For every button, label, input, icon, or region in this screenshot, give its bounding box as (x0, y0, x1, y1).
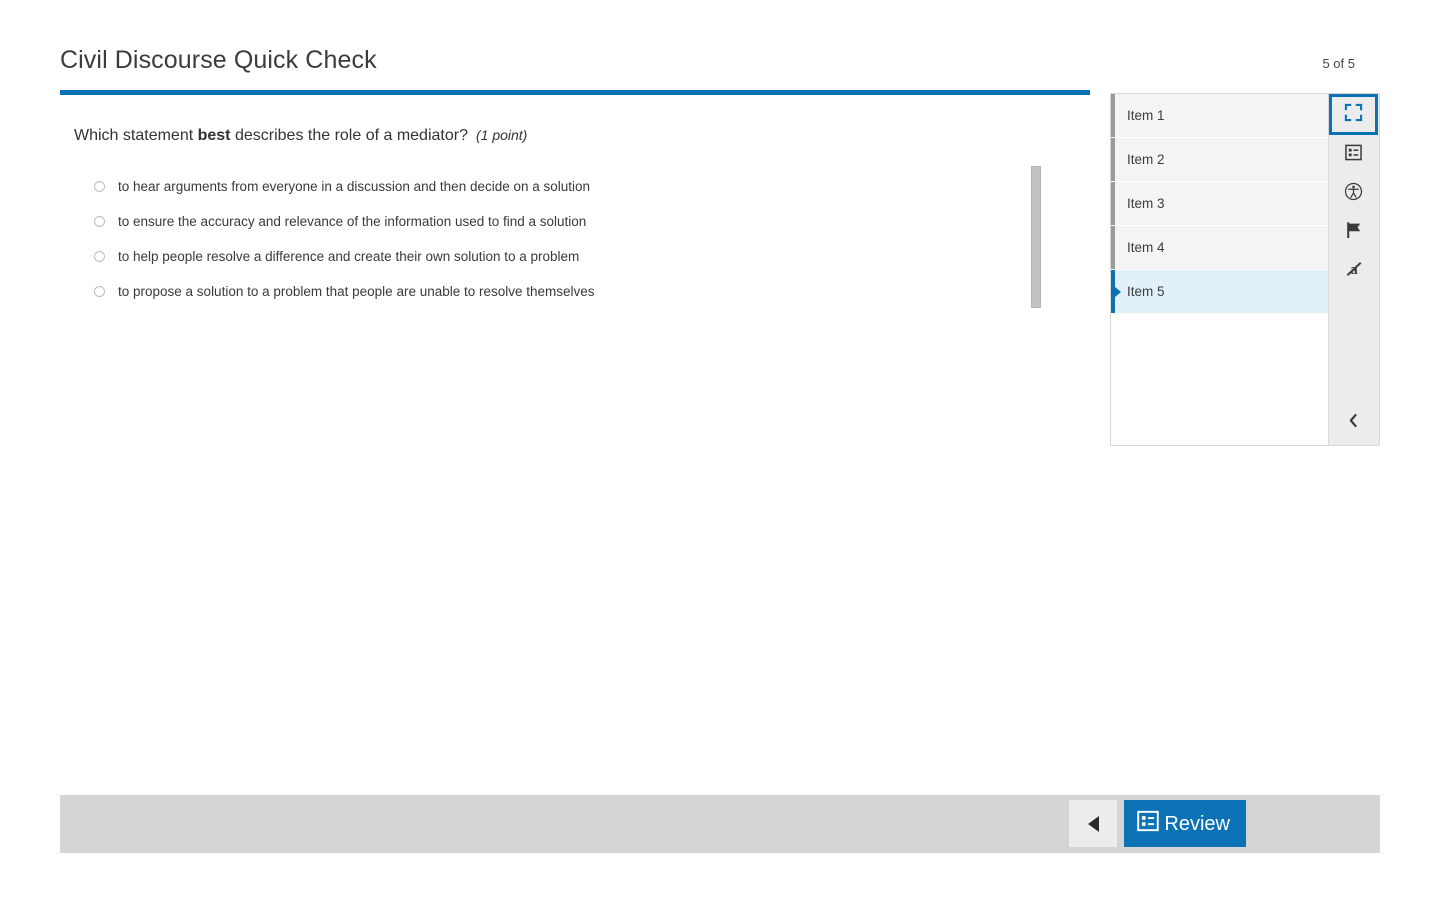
item-tool-rail: a (1329, 93, 1380, 446)
question-stem: Which statement best describes the role … (74, 126, 1034, 147)
answer-option-4[interactable]: to propose a solution to a problem that … (74, 274, 1034, 309)
answer-option-label: to ensure the accuracy and relevance of … (118, 213, 587, 229)
footer-bar: Review (60, 795, 1380, 853)
item-list-row-2[interactable]: Item 2 (1111, 138, 1328, 181)
item-status-bar (1111, 226, 1115, 269)
radio-button-icon[interactable] (94, 285, 105, 297)
page-title: Civil Discourse Quick Check (60, 46, 377, 75)
collapse-panel-button[interactable] (1329, 407, 1378, 439)
item-list-label: Item 3 (1127, 196, 1165, 211)
flag-item-tool-button[interactable] (1329, 213, 1378, 252)
item-list-row-5[interactable]: Item 5 (1111, 270, 1328, 313)
item-list-icon (1137, 810, 1160, 837)
answer-option-label: to propose a solution to a problem that … (118, 283, 595, 299)
fullscreen-icon (1344, 103, 1363, 127)
triangle-left-icon (1087, 815, 1099, 832)
content-scrollbar[interactable] (1031, 166, 1041, 546)
accessibility-icon (1344, 182, 1363, 206)
item-status-bar (1111, 138, 1115, 181)
fullscreen-tool-button[interactable] (1329, 94, 1378, 135)
previous-item-button[interactable] (1069, 800, 1118, 847)
item-list-row-3[interactable]: Item 3 (1111, 182, 1328, 225)
radio-button-icon[interactable] (94, 180, 105, 192)
answer-eliminator-tool-button[interactable]: a (1329, 252, 1378, 291)
question-stem-prefix: Which statement (74, 127, 198, 144)
item-review-tool-button[interactable] (1329, 135, 1378, 174)
content-scrollbar-thumb[interactable] (1031, 166, 1041, 308)
item-list-label: Item 5 (1127, 284, 1165, 299)
answer-option-3[interactable]: to help people resolve a difference and … (74, 239, 1034, 274)
chevron-left-icon (1347, 413, 1360, 433)
flag-icon (1345, 221, 1363, 244)
current-item-arrow-icon (1115, 286, 1121, 297)
item-status-bar (1111, 182, 1115, 225)
answer-option-1[interactable]: to hear arguments from everyone in a dis… (74, 169, 1034, 204)
item-list-icon (1345, 144, 1362, 166)
item-navigation-panel: Item 1 Item 2 Item 3 Item 4 Item 5 (1110, 93, 1380, 446)
page-title-text: Civil Discourse Quick Check (60, 46, 377, 74)
radio-button-icon[interactable] (94, 250, 105, 262)
radio-button-icon[interactable] (94, 215, 105, 227)
review-button-label: Review (1164, 812, 1230, 835)
question-stem-suffix: describes the role of a mediator? (230, 127, 468, 144)
answer-options-list: to hear arguments from everyone in a dis… (74, 169, 1034, 309)
answer-option-label: to hear arguments from everyone in a dis… (118, 178, 591, 194)
item-list-label: Item 1 (1127, 108, 1165, 123)
answer-eliminator-icon: a (1345, 260, 1363, 283)
accessibility-tool-button[interactable] (1329, 174, 1378, 213)
footer-actions: Review (1069, 800, 1246, 847)
question-area: Which statement best describes the role … (74, 126, 1034, 309)
item-counter: 5 of 5 (1322, 56, 1355, 71)
item-status-bar (1111, 94, 1115, 137)
question-stem-emphasis: best (197, 127, 231, 144)
answer-option-label: to help people resolve a difference and … (118, 248, 580, 264)
question-points: (1 point) (475, 127, 528, 143)
item-list-label: Item 2 (1127, 152, 1165, 167)
review-button[interactable]: Review (1124, 800, 1246, 847)
answer-option-2[interactable]: to ensure the accuracy and relevance of … (74, 204, 1034, 239)
item-list-row-1[interactable]: Item 1 (1111, 94, 1328, 137)
item-list-label: Item 4 (1127, 240, 1165, 255)
title-underline-rule (60, 90, 1090, 95)
item-list: Item 1 Item 2 Item 3 Item 4 Item 5 (1110, 93, 1329, 446)
item-list-row-4[interactable]: Item 4 (1111, 226, 1328, 269)
